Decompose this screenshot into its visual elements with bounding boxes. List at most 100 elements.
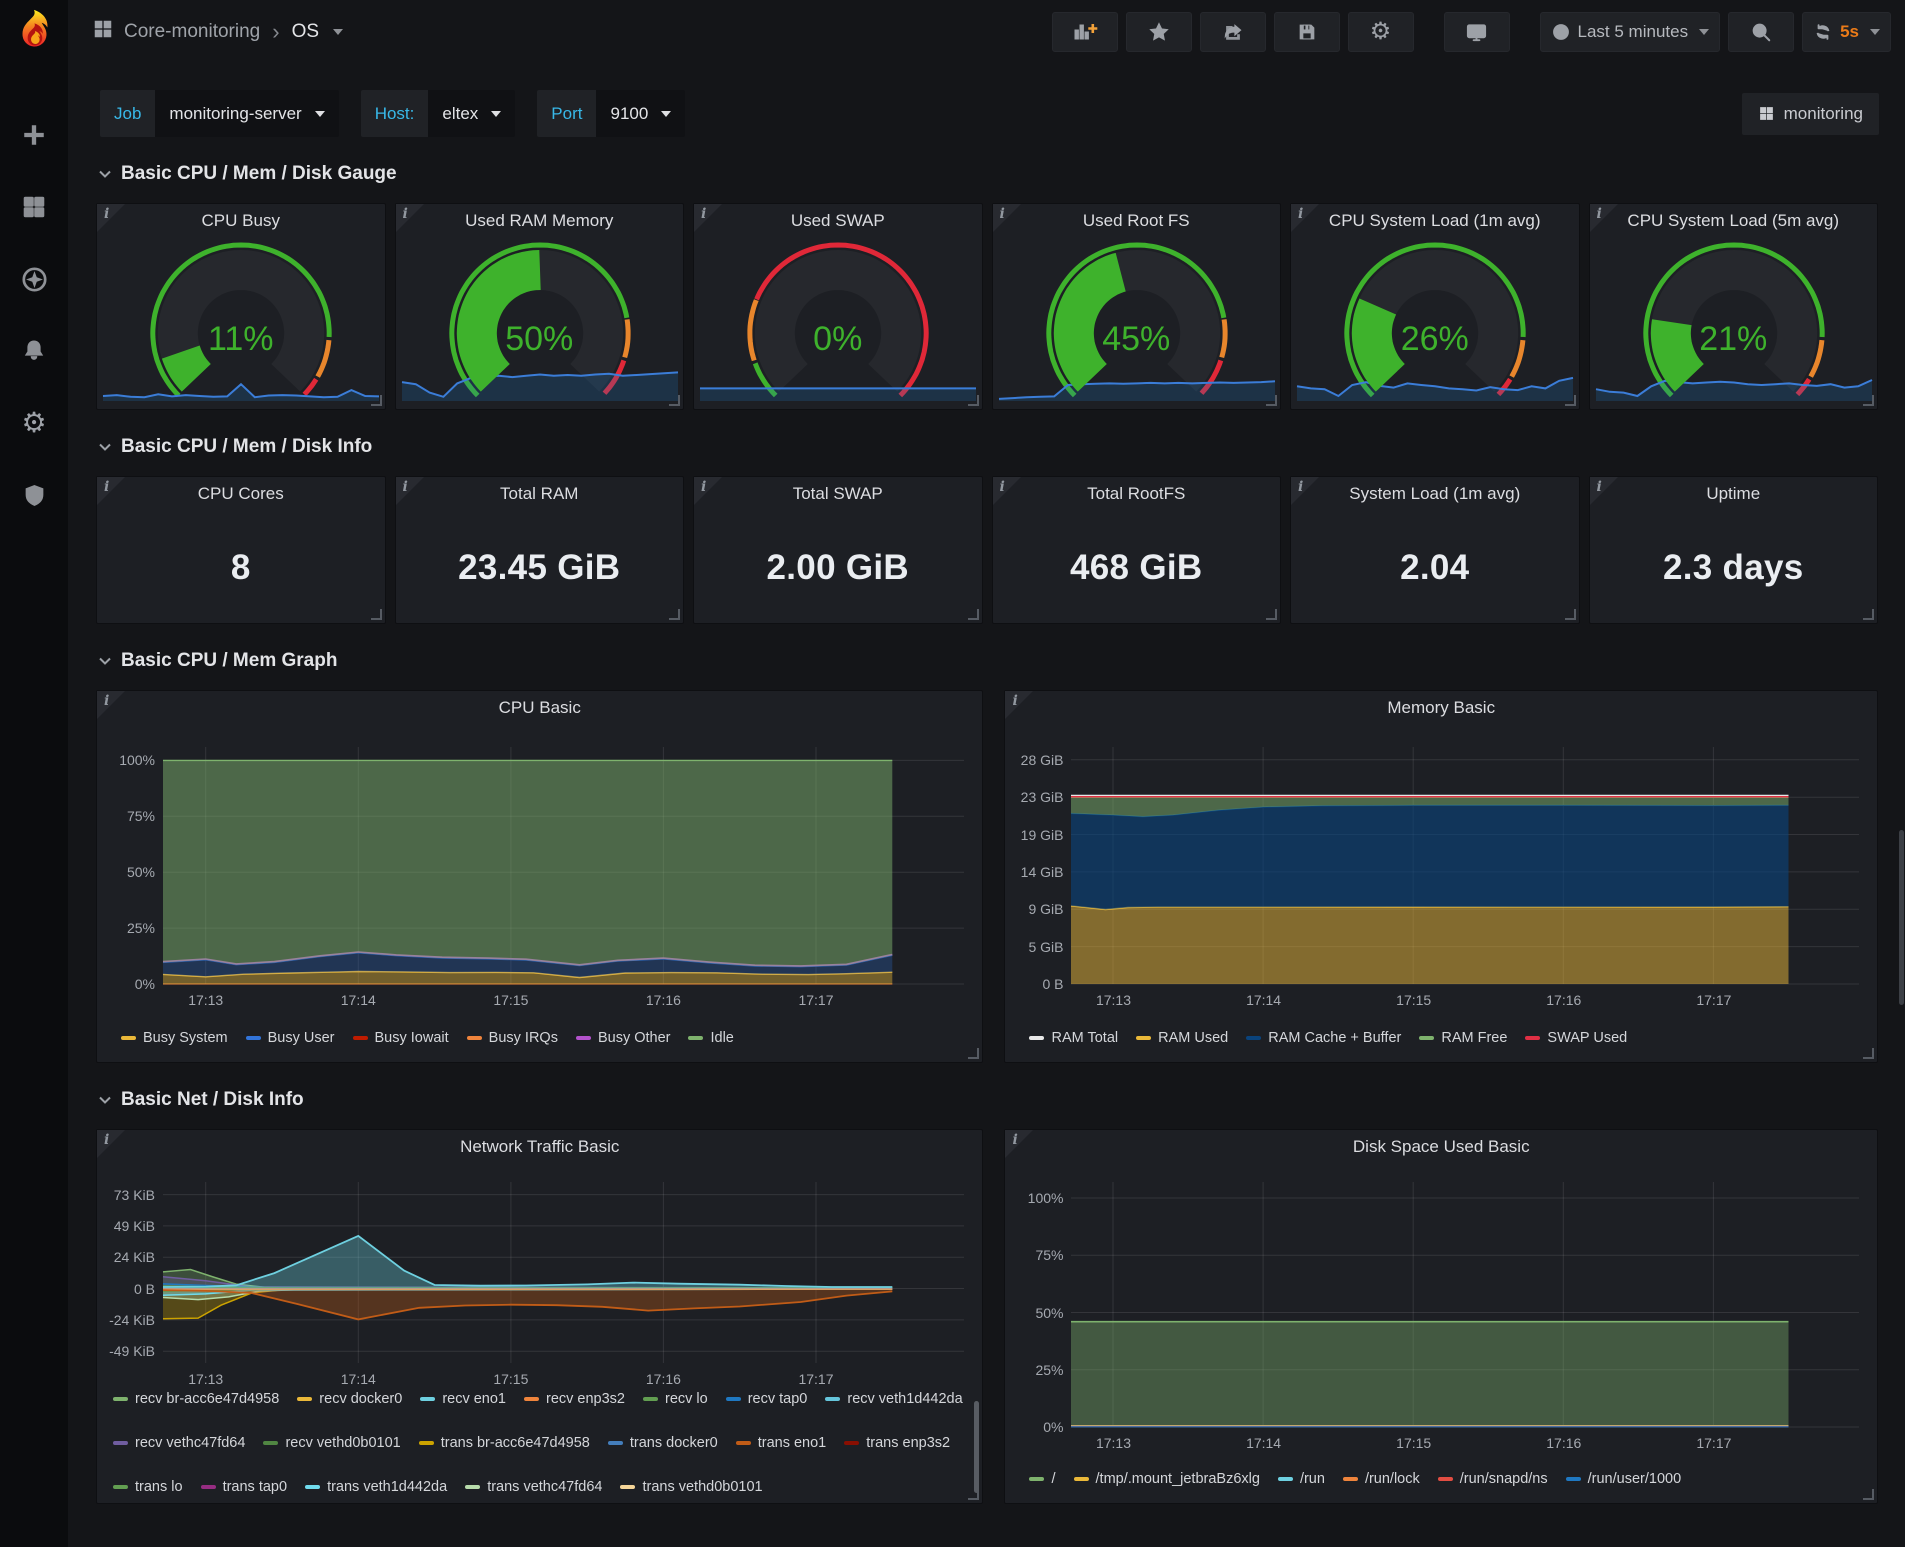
section-header-info[interactable]: Basic CPU / Mem / Disk Info [98,432,1878,462]
legend-item[interactable]: trans veth1d442da [305,1479,447,1495]
legend-item[interactable]: recv vethc47fd64 [113,1435,245,1451]
panel-info-corner[interactable] [1590,204,1618,232]
panel-resize-handle[interactable] [669,609,680,620]
panel-info-corner[interactable] [97,691,125,719]
tv-mode-button[interactable] [1444,12,1510,52]
panel-resize-handle[interactable] [1863,395,1874,406]
add-panel-button[interactable] [1052,12,1118,52]
shield-icon[interactable] [19,480,49,510]
panel-title[interactable]: Disk Space Used Basic [1039,1130,1843,1164]
legend-item[interactable]: Busy Other [576,1030,671,1046]
legend-item[interactable]: Busy System [121,1030,228,1046]
network-traffic-chart[interactable]: -49 KiB-24 KiB0 B24 KiB49 KiB73 KiB17:13… [163,1182,964,1363]
refresh-picker[interactable]: 5s [1802,12,1891,52]
panel-resize-handle[interactable] [669,395,680,406]
panel-info-corner[interactable] [396,204,424,232]
legend-item[interactable]: Busy User [246,1030,335,1046]
panel-title[interactable]: Total RootFS [1027,477,1247,511]
legend-item[interactable]: /tmp/.mount_jetbraBz6xlg [1074,1471,1260,1487]
panel-resize-handle[interactable] [968,609,979,620]
cpu-basic-chart[interactable]: 0%25%50%75%100%17:1317:1417:1517:1617:17 [163,747,964,984]
filter-job[interactable]: Jobmonitoring-server [100,90,339,137]
panel-title[interactable]: CPU Busy [131,204,351,238]
panel-resize-handle[interactable] [371,395,382,406]
disk-space-chart[interactable]: 0%25%50%75%100%17:1317:1417:1517:1617:17 [1071,1182,1859,1427]
panel-resize-handle[interactable] [1863,1489,1874,1500]
legend-item[interactable]: trans enp3s2 [844,1435,950,1451]
legend-item[interactable]: / [1029,1471,1055,1487]
legend-item[interactable]: trans br-acc6e47d4958 [419,1435,590,1451]
legend-item[interactable]: recv vethd0b0101 [263,1435,400,1451]
panel-title[interactable]: Used SWAP [728,204,948,238]
panel-title[interactable]: Network Traffic Basic [131,1130,948,1164]
legend-item[interactable]: trans tap0 [201,1479,288,1495]
panel-title[interactable]: CPU System Load (5m avg) [1624,204,1844,238]
legend-item[interactable]: trans eno1 [736,1435,827,1451]
legend-item[interactable]: RAM Used [1136,1030,1228,1046]
legend-item[interactable]: trans lo [113,1479,183,1495]
legend-item[interactable]: recv enp3s2 [524,1391,625,1407]
legend-scrollbar[interactable] [974,1401,979,1493]
panel-resize-handle[interactable] [1266,395,1277,406]
legend-item[interactable]: Busy IRQs [467,1030,558,1046]
panel-info-corner[interactable] [694,477,722,505]
panel-resize-handle[interactable] [1565,395,1576,406]
settings-gear-icon[interactable]: ⚙ [19,408,49,438]
panel-resize-handle[interactable] [1565,609,1576,620]
panel-info-corner[interactable] [1291,204,1319,232]
legend-item[interactable]: RAM Total [1029,1030,1118,1046]
grafana-logo[interactable] [11,8,57,54]
panel-title[interactable]: CPU Cores [131,477,351,511]
panel-resize-handle[interactable] [1863,1048,1874,1059]
panel-info-corner[interactable] [1590,477,1618,505]
time-range-picker[interactable]: Last 5 minutes [1540,12,1721,52]
section-header-graph[interactable]: Basic CPU / Mem Graph [98,646,1878,676]
explore-compass-icon[interactable] [19,264,49,294]
legend-item[interactable]: recv br-acc6e47d4958 [113,1391,279,1407]
legend-item[interactable]: RAM Free [1419,1030,1507,1046]
panel-resize-handle[interactable] [371,609,382,620]
panel-title[interactable]: Uptime [1624,477,1844,511]
breadcrumb-dashboard[interactable]: OS [292,21,319,43]
alerting-bell-icon[interactable] [19,336,49,366]
zoom-out-button[interactable] [1728,12,1794,52]
legend-item[interactable]: recv lo [643,1391,708,1407]
panel-info-corner[interactable] [694,204,722,232]
share-button[interactable] [1200,12,1266,52]
section-header-gauge[interactable]: Basic CPU / Mem / Disk Gauge [98,159,1878,189]
panel-info-corner[interactable] [97,204,125,232]
legend-item[interactable]: /run/user/1000 [1566,1471,1682,1487]
filter-port[interactable]: Port9100 [537,90,685,137]
dashboards-icon[interactable] [19,192,49,222]
panel-title[interactable]: CPU System Load (1m avg) [1325,204,1545,238]
panel-title[interactable]: Total SWAP [728,477,948,511]
legend-item[interactable]: recv veth1d442da [825,1391,962,1407]
panel-resize-handle[interactable] [1863,609,1874,620]
legend-item[interactable]: Idle [688,1030,733,1046]
panel-resize-handle[interactable] [968,1048,979,1059]
panel-title[interactable]: Used Root FS [1027,204,1247,238]
star-button[interactable] [1126,12,1192,52]
panel-info-corner[interactable] [993,204,1021,232]
legend-item[interactable]: recv docker0 [297,1391,402,1407]
panel-title[interactable]: Total RAM [430,477,650,511]
save-button[interactable] [1274,12,1340,52]
legend-item[interactable]: /run/lock [1343,1471,1420,1487]
panel-info-corner[interactable] [1291,477,1319,505]
plus-icon[interactable] [19,120,49,150]
panel-info-corner[interactable] [1005,691,1033,719]
legend-item[interactable]: /run/snapd/ns [1438,1471,1548,1487]
chevron-down-icon[interactable] [333,29,343,35]
section-header-net-disk[interactable]: Basic Net / Disk Info [98,1085,1878,1115]
filter-host[interactable]: Host:eltex [361,90,516,137]
filter-value-dropdown[interactable]: monitoring-server [155,90,338,137]
legend-item[interactable]: trans docker0 [608,1435,718,1451]
panel-info-corner[interactable] [993,477,1021,505]
filter-value-dropdown[interactable]: eltex [428,90,515,137]
memory-basic-chart[interactable]: 0 B5 GiB9 GiB14 GiB19 GiB23 GiB28 GiB17:… [1071,747,1859,984]
legend-item[interactable]: trans vethc47fd64 [465,1479,602,1495]
panel-resize-handle[interactable] [968,395,979,406]
panel-title[interactable]: CPU Basic [131,691,948,725]
filter-value-dropdown[interactable]: 9100 [596,90,685,137]
panel-info-corner[interactable] [396,477,424,505]
